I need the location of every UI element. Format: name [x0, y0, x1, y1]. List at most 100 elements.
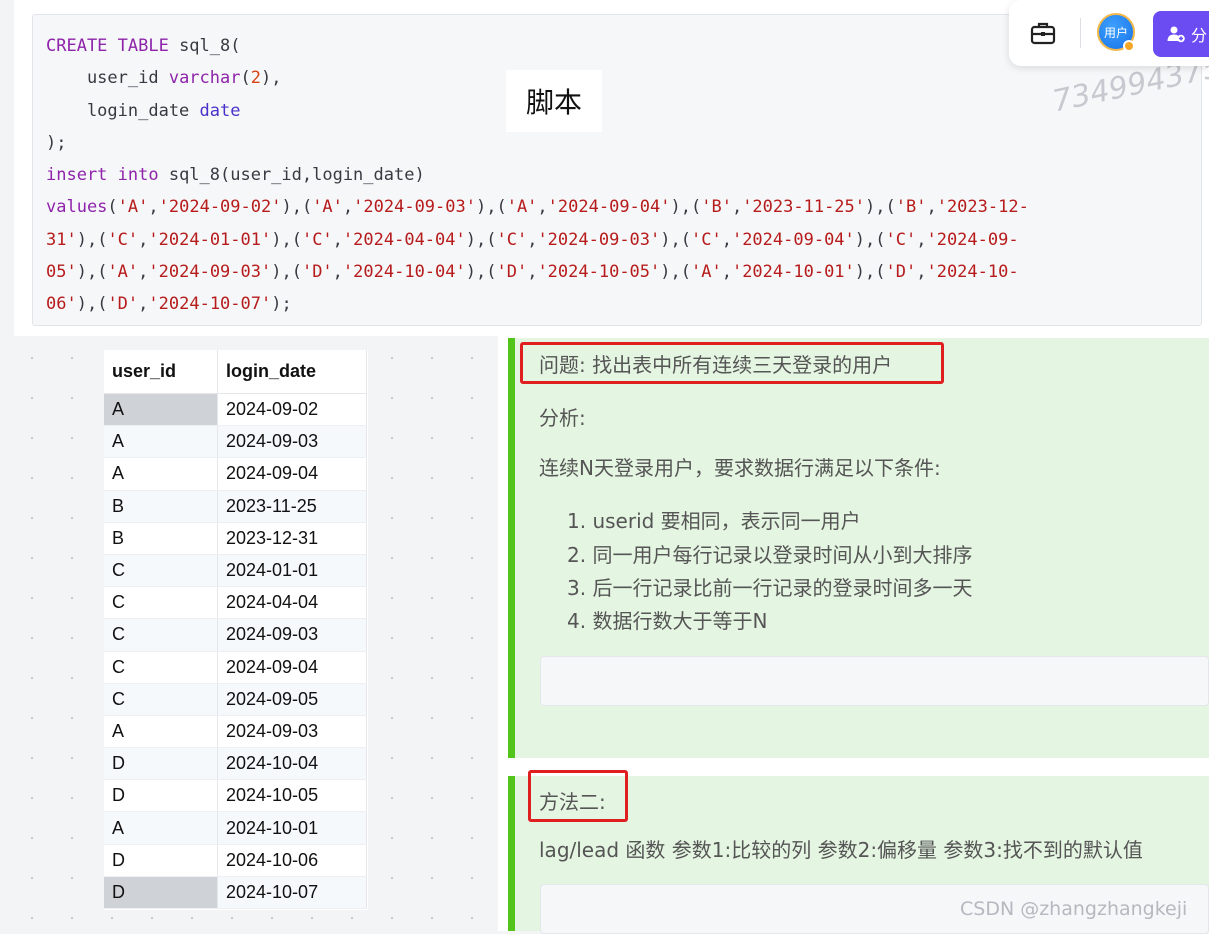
cell-login-date[interactable]: 2024-10-04 [217, 747, 367, 781]
add-user-icon [1167, 26, 1185, 43]
table-row[interactable]: A 2024-10-01 [104, 811, 367, 845]
code-token: 'A' [107, 262, 139, 283]
analysis-intro: 连续N天登录用户，要求数据行满足以下条件: [539, 456, 941, 480]
cell-login-date[interactable]: 2024-10-01 [217, 811, 367, 845]
cell-login-date[interactable]: 2024-09-03 [217, 618, 367, 652]
column-header-login-date[interactable]: login_date [217, 350, 367, 394]
cell-user-id[interactable]: B [104, 490, 218, 523]
cell-user-id[interactable]: B [104, 522, 218, 555]
code-token: 'B' [701, 197, 732, 218]
code-token: ),( [271, 262, 302, 283]
cell-user-id[interactable]: A [104, 457, 218, 491]
condition-item-1: 1. userid 要相同，表示同一用户 [567, 509, 861, 533]
cell-user-id[interactable]: A [104, 393, 218, 427]
cell-user-id[interactable]: A [104, 811, 218, 845]
code-token: , [926, 197, 937, 218]
code-token: , [332, 229, 343, 250]
cell-login-date[interactable]: 2024-10-07 [217, 876, 367, 910]
cell-user-id[interactable]: C [104, 586, 218, 620]
cell-user-id[interactable]: D [104, 876, 218, 910]
cell-login-date[interactable]: 2024-10-05 [217, 779, 367, 813]
code-snippet-placeholder-1[interactable] [540, 656, 1209, 706]
table-row[interactable]: A 2024-09-02 [104, 393, 367, 427]
code-token: '2024-09-03' [353, 197, 476, 218]
table-row[interactable]: C 2024-01-01 [104, 554, 367, 588]
code-token: ),( [865, 197, 896, 218]
code-token: date [199, 100, 241, 121]
code-token: , [527, 229, 538, 250]
code-token: ); [271, 294, 292, 315]
table-row[interactable]: C 2024-09-04 [104, 651, 367, 684]
cell-login-date[interactable]: 2024-09-03 [217, 715, 367, 749]
briefcase-icon[interactable] [1030, 20, 1056, 46]
code-token: sql_8(user_id,login_date) [168, 165, 425, 186]
table-header-row: user_id login_date [104, 350, 367, 394]
table-row[interactable]: D 2024-10-05 [104, 779, 367, 813]
code-token: '2024-09-04' [731, 229, 855, 250]
share-button[interactable]: 分 [1153, 11, 1209, 57]
code-token: '2024-10-05' [537, 262, 661, 283]
code-token: insert into [46, 165, 169, 186]
cell-login-date[interactable]: 2023-12-31 [217, 522, 367, 555]
table-row[interactable]: D 2024-10-06 [104, 844, 367, 877]
table-row[interactable]: A 2024-09-03 [104, 425, 367, 459]
cell-user-id[interactable]: D [104, 779, 218, 813]
code-token: ),( [854, 229, 886, 250]
cell-user-id[interactable]: A [104, 715, 218, 749]
code-token: ),( [475, 197, 507, 218]
code-token: , [138, 262, 149, 283]
code-token: ),( [76, 229, 108, 250]
code-token: 2 [250, 68, 261, 89]
cell-login-date[interactable]: 2023-11-25 [217, 490, 367, 523]
code-token: 'A' [506, 197, 538, 218]
code-line: 31'),('C','2024-01-01'),('C','2024-04-04… [46, 224, 1029, 256]
cell-login-date[interactable]: 2024-09-03 [217, 425, 367, 459]
table-row[interactable]: A 2024-09-04 [104, 457, 367, 491]
cell-login-date[interactable]: 2024-09-04 [217, 457, 367, 491]
code-token: 'C' [885, 229, 917, 250]
cell-login-date[interactable]: 2024-09-05 [217, 683, 367, 716]
method-highlight-box [528, 770, 628, 822]
cell-user-id[interactable]: C [104, 683, 218, 716]
code-token: , [537, 197, 548, 218]
cell-user-id[interactable]: C [104, 554, 218, 588]
cell-login-date[interactable]: 2024-04-04 [217, 586, 367, 620]
condition-item-4: 4. 数据行数大于等于N [567, 609, 768, 633]
cell-user-id[interactable]: A [104, 425, 218, 459]
code-token: '2024-09-03' [537, 229, 661, 250]
analysis-title: 分析: [539, 406, 586, 430]
cell-user-id[interactable]: C [104, 651, 218, 684]
code-token: , [731, 197, 743, 218]
cell-user-id[interactable]: D [104, 747, 218, 781]
code-token: ),( [76, 262, 108, 283]
cell-login-date[interactable]: 2024-10-06 [217, 844, 367, 877]
cell-login-date[interactable]: 2024-01-01 [217, 554, 367, 588]
avatar-text: 用户 [1103, 25, 1128, 40]
table-row[interactable]: B 2023-11-25 [104, 490, 367, 523]
table-row[interactable]: A 2024-09-03 [104, 715, 367, 749]
condition-item-2: 2. 同一用户每行记录以登录时间从小到大排序 [567, 543, 973, 567]
toolbar-divider [1080, 18, 1081, 48]
code-token: '2024-10-07' [148, 294, 272, 315]
cell-user-id[interactable]: C [104, 618, 218, 652]
code-token: '2024-09-03' [148, 262, 272, 283]
code-token: values [46, 197, 108, 218]
cell-user-id[interactable]: D [104, 844, 218, 877]
table-row[interactable]: D 2024-10-04 [104, 747, 367, 781]
cell-login-date[interactable]: 2024-09-04 [217, 651, 367, 684]
code-token: ),( [854, 262, 886, 283]
column-header-user-id[interactable]: user_id [104, 350, 218, 394]
code-token: , [138, 294, 149, 315]
condition-item-3: 3. 后一行记录比前一行记录的登录时间多一天 [567, 576, 973, 600]
table-row[interactable]: D 2024-10-07 [104, 876, 367, 910]
table-row[interactable]: C 2024-04-04 [104, 586, 367, 620]
code-token: '2024-01-01' [148, 229, 272, 250]
cell-login-date[interactable]: 2024-09-02 [217, 393, 367, 427]
code-token: , [721, 229, 732, 250]
code-line: 05'),('A','2024-09-03'),('D','2024-10-04… [46, 256, 1029, 288]
code-token: sql_8( [179, 36, 241, 56]
table-row[interactable]: C 2024-09-03 [104, 618, 367, 652]
table-row[interactable]: C 2024-09-05 [104, 683, 367, 716]
table-row[interactable]: B 2023-12-31 [104, 522, 367, 555]
code-token: ),( [465, 229, 497, 250]
